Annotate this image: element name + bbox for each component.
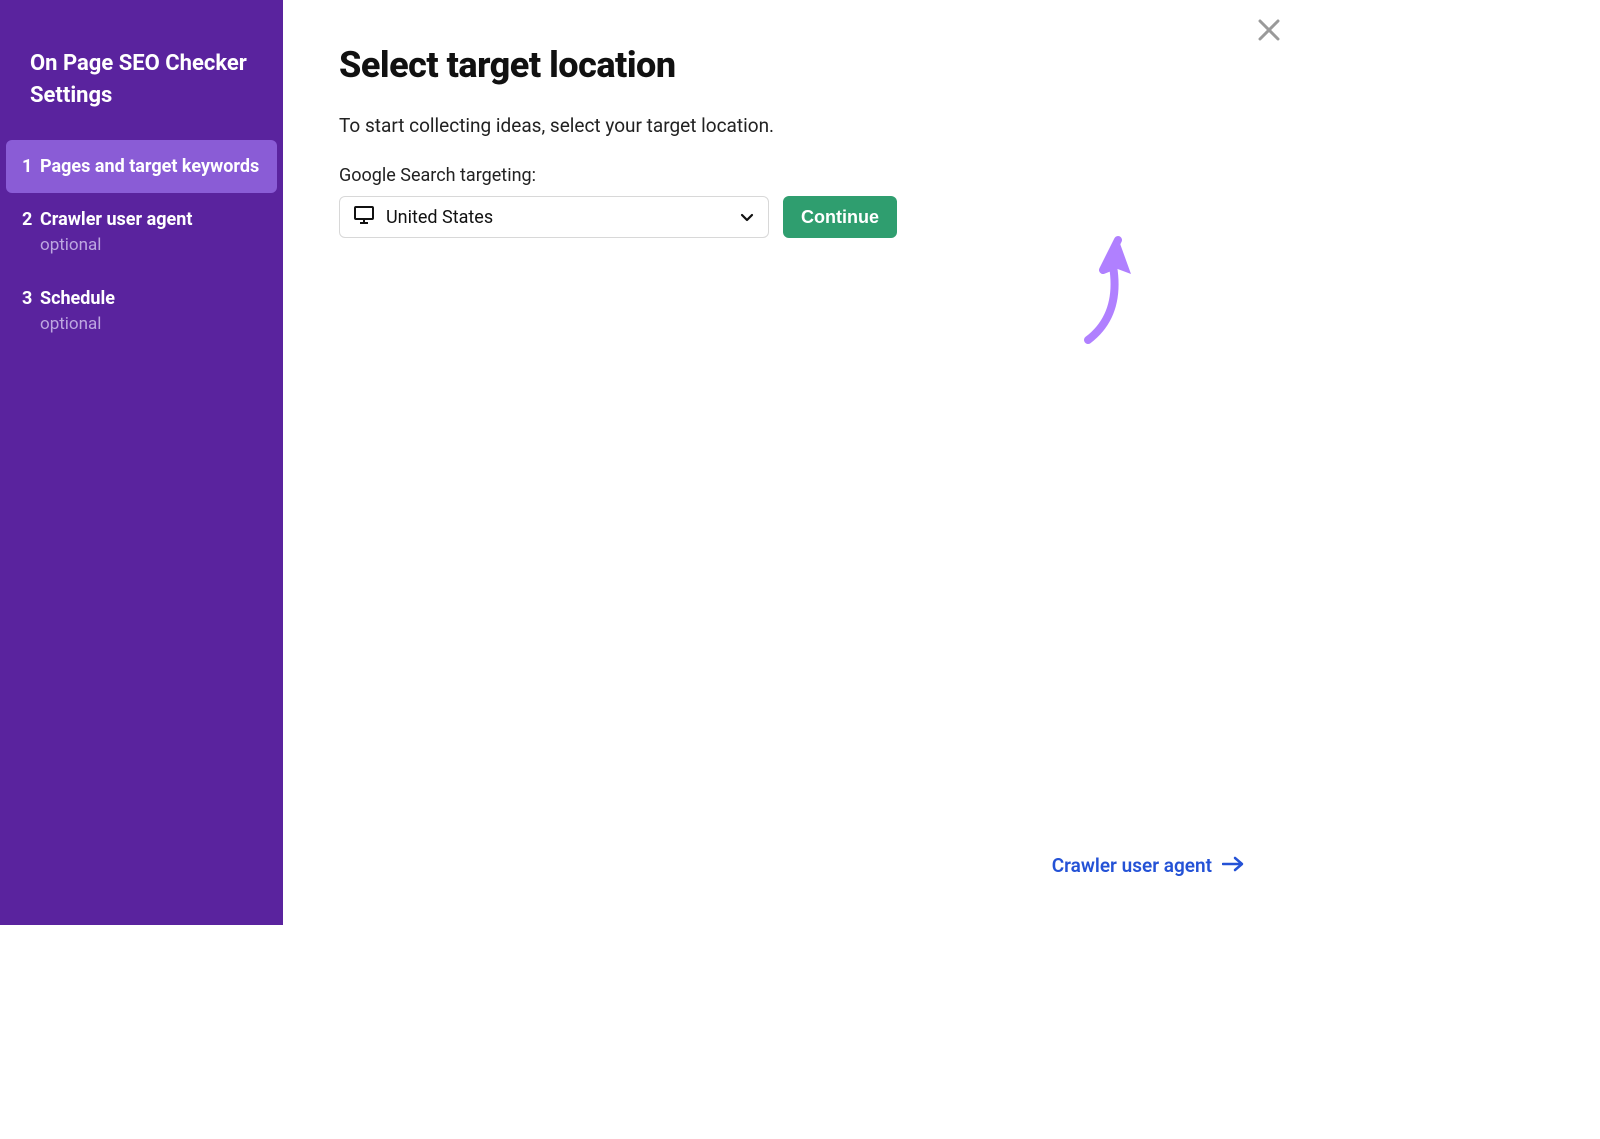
step-optional: optional bbox=[40, 313, 261, 337]
next-step-label: Crawler user agent bbox=[1052, 854, 1212, 877]
step-number: 2 bbox=[22, 207, 40, 232]
dropdown-selected-value: United States bbox=[386, 207, 740, 228]
step-item-schedule[interactable]: 3 Schedule optional bbox=[0, 272, 283, 351]
step-item-crawler-agent[interactable]: 2 Crawler user agent optional bbox=[0, 193, 283, 272]
close-button[interactable] bbox=[1252, 14, 1286, 48]
location-dropdown[interactable]: United States bbox=[339, 196, 769, 238]
step-list: 1 Pages and target keywords 2 Crawler us… bbox=[0, 140, 283, 351]
desktop-icon bbox=[354, 206, 374, 228]
step-label: Crawler user agent bbox=[40, 207, 261, 232]
step-item-pages-keywords[interactable]: 1 Pages and target keywords bbox=[6, 140, 277, 193]
close-icon bbox=[1256, 17, 1282, 46]
arrow-right-icon bbox=[1222, 854, 1244, 877]
step-optional: optional bbox=[40, 234, 261, 258]
sidebar-title: On Page SEO Checker Settings bbox=[0, 48, 283, 140]
step-label: Pages and target keywords bbox=[40, 154, 261, 179]
settings-sidebar: On Page SEO Checker Settings 1 Pages and… bbox=[0, 0, 283, 925]
next-step-link[interactable]: Crawler user agent bbox=[1052, 854, 1244, 877]
field-label-targeting: Google Search targeting: bbox=[339, 165, 1244, 186]
page-title: Select target location bbox=[339, 44, 1244, 86]
chevron-down-icon bbox=[740, 208, 754, 227]
main-panel: Select target location To start collecti… bbox=[283, 0, 1300, 925]
step-label: Schedule bbox=[40, 286, 261, 311]
continue-button[interactable]: Continue bbox=[783, 196, 897, 238]
step-number: 3 bbox=[22, 286, 40, 311]
annotation-arrow-icon bbox=[1073, 230, 1153, 354]
step-number: 1 bbox=[22, 154, 40, 179]
page-description: To start collecting ideas, select your t… bbox=[339, 114, 1244, 137]
